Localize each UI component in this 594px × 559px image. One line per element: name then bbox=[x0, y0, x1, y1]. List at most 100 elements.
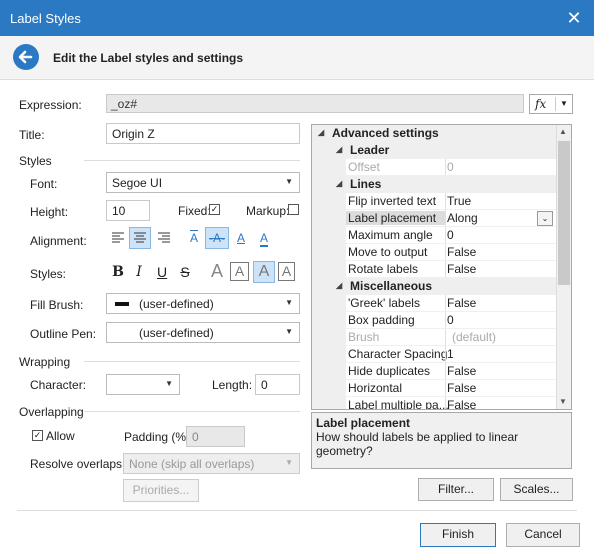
divider bbox=[84, 160, 300, 161]
property-row[interactable]: Hide duplicates False bbox=[312, 363, 556, 380]
property-row[interactable]: Flip inverted text True bbox=[312, 193, 556, 210]
outline-icon: A bbox=[234, 263, 245, 279]
back-button[interactable] bbox=[13, 44, 39, 70]
property-value[interactable]: Along bbox=[447, 211, 478, 225]
property-row[interactable]: Brush (default) bbox=[312, 329, 556, 346]
property-row[interactable]: Offset 0 bbox=[312, 159, 556, 176]
advanced-settings-grid[interactable]: ◢ Advanced settings ◢ Leader Offset 0 ◢ Lines… bbox=[311, 124, 572, 410]
property-row[interactable]: Horizontal False bbox=[312, 380, 556, 397]
property-row[interactable]: Move to output False bbox=[312, 244, 556, 261]
collapse-icon[interactable]: ◢ bbox=[336, 179, 342, 188]
valign-bottom-button[interactable]: A bbox=[254, 228, 274, 248]
property-name: Character Spacing bbox=[348, 347, 448, 361]
property-name: Horizontal bbox=[348, 381, 403, 395]
divider bbox=[445, 244, 446, 261]
divider bbox=[445, 397, 446, 409]
align-right-button[interactable] bbox=[154, 228, 174, 248]
collapse-icon[interactable]: ◢ bbox=[336, 281, 342, 290]
property-category[interactable]: ◢ Leader bbox=[312, 142, 556, 159]
scales-button[interactable]: Scales... bbox=[500, 478, 573, 501]
property-value[interactable]: False bbox=[447, 398, 476, 409]
fixed-checkbox[interactable]: ✓ bbox=[209, 204, 220, 215]
character-select[interactable]: ▼ bbox=[106, 374, 180, 395]
property-row[interactable]: Box padding 0 bbox=[312, 312, 556, 329]
strikethrough-button[interactable]: S bbox=[175, 262, 195, 282]
property-value[interactable]: 0 bbox=[447, 228, 454, 242]
property-row[interactable]: Label multiple pa... False bbox=[312, 397, 556, 409]
cancel-button[interactable]: Cancel bbox=[506, 523, 580, 547]
outline-button[interactable]: A bbox=[230, 262, 249, 281]
chevron-down-icon: ▼ bbox=[285, 298, 293, 307]
property-row[interactable]: Character Spacing 1 bbox=[312, 346, 556, 363]
underline-button[interactable]: U bbox=[152, 262, 172, 282]
priorities-button[interactable]: Priorities... bbox=[123, 479, 199, 502]
font-select[interactable]: Segoe UI ▼ bbox=[106, 172, 300, 193]
valign-baseline-button[interactable]: A bbox=[231, 228, 251, 248]
window-title: Label Styles bbox=[10, 11, 81, 26]
row-gutter bbox=[312, 193, 346, 210]
property-value[interactable]: 0 bbox=[447, 313, 454, 327]
property-row[interactable]: Maximum angle 0 bbox=[312, 227, 556, 244]
finish-button[interactable]: Finish bbox=[420, 523, 496, 547]
property-value[interactable]: 0 bbox=[447, 160, 454, 174]
valign-top-button[interactable]: A bbox=[184, 228, 204, 248]
height-input[interactable]: 10 bbox=[106, 200, 150, 221]
title-input[interactable]: Origin Z bbox=[106, 123, 300, 144]
strikethrough-icon: S bbox=[180, 264, 190, 280]
property-category[interactable]: ◢ Lines bbox=[312, 176, 556, 193]
outline-pen-select[interactable]: (user-defined) ▼ bbox=[106, 322, 300, 343]
property-value[interactable]: False bbox=[447, 262, 476, 276]
scroll-down-icon[interactable]: ▼ bbox=[559, 397, 567, 406]
valign-middle-icon: -A- bbox=[209, 231, 225, 245]
grid-scrollbar[interactable]: ▲ ▼ bbox=[556, 125, 571, 409]
valign-middle-button[interactable]: -A- bbox=[205, 227, 229, 249]
property-value[interactable]: False bbox=[447, 296, 476, 310]
property-row[interactable]: 'Greek' labels False bbox=[312, 295, 556, 312]
bold-button[interactable]: B bbox=[108, 262, 128, 282]
bold-icon: B bbox=[112, 264, 124, 280]
divider bbox=[445, 261, 446, 278]
row-gutter bbox=[312, 227, 346, 244]
row-gutter bbox=[312, 346, 346, 363]
description-text: How should labels be applied to linear g… bbox=[316, 430, 519, 458]
collapse-icon[interactable]: ◢ bbox=[336, 145, 342, 154]
property-value[interactable]: 1 bbox=[447, 347, 454, 361]
markup-checkbox[interactable] bbox=[288, 204, 299, 215]
outline-pen-value: (user-defined) bbox=[139, 326, 214, 340]
close-icon[interactable]: ✕ bbox=[563, 7, 585, 29]
property-category[interactable]: ◢ Miscellaneous bbox=[312, 278, 556, 295]
align-center-button[interactable] bbox=[129, 227, 151, 249]
align-left-button[interactable] bbox=[108, 228, 128, 248]
resolve-overlaps-select[interactable]: None (skip all overlaps) ▼ bbox=[123, 453, 300, 474]
advanced-settings-header[interactable]: ◢ Advanced settings bbox=[312, 125, 556, 142]
frame-button[interactable]: A bbox=[278, 262, 295, 281]
property-name: Hide duplicates bbox=[348, 364, 431, 378]
property-row[interactable]: Rotate labels False bbox=[312, 261, 556, 278]
resolve-overlaps-label: Resolve overlaps: bbox=[30, 457, 126, 471]
divider bbox=[445, 312, 446, 329]
property-value[interactable]: False bbox=[447, 245, 476, 259]
divider bbox=[445, 380, 446, 397]
function-button[interactable]: fx ▼ bbox=[529, 94, 573, 114]
chevron-down-icon[interactable]: ⌄ bbox=[537, 211, 553, 226]
italic-button[interactable]: I bbox=[129, 262, 149, 282]
frame-icon: A bbox=[281, 263, 292, 279]
allow-checkbox[interactable]: ✓ bbox=[32, 430, 43, 441]
property-value[interactable]: False bbox=[447, 381, 476, 395]
scroll-up-icon[interactable]: ▲ bbox=[559, 127, 567, 136]
resolve-overlaps-value: None (skip all overlaps) bbox=[129, 457, 255, 471]
function-icon: fx bbox=[535, 97, 547, 111]
expression-input[interactable]: _oz# bbox=[106, 94, 524, 113]
padding-input[interactable]: 0 bbox=[186, 426, 245, 447]
filter-button[interactable]: Filter... bbox=[418, 478, 494, 501]
property-value[interactable]: (default) bbox=[452, 330, 496, 344]
property-name: Brush bbox=[348, 330, 380, 344]
scroll-thumb[interactable] bbox=[558, 141, 570, 285]
halo-button[interactable]: A bbox=[253, 261, 275, 283]
fill-brush-select[interactable]: (user-defined) ▼ bbox=[106, 293, 300, 314]
property-value[interactable]: True bbox=[447, 194, 471, 208]
property-row[interactable]: Label placement Along ⌄ bbox=[312, 210, 556, 227]
length-input[interactable]: 0 bbox=[255, 374, 300, 395]
property-value[interactable]: False bbox=[447, 364, 476, 378]
shadow-button[interactable]: A bbox=[207, 261, 227, 281]
